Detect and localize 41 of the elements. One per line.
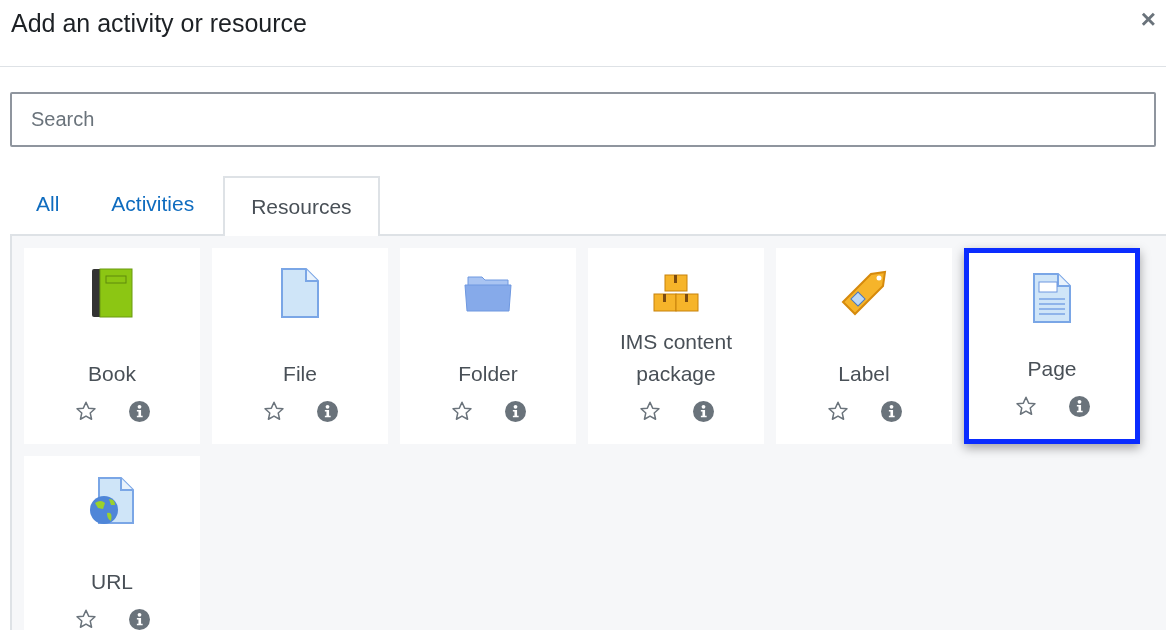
resource-name: Label — [838, 361, 890, 387]
info-icon[interactable] — [692, 400, 714, 422]
info-icon[interactable] — [1068, 395, 1090, 417]
tab[interactable]: Resources — [223, 176, 380, 236]
star-icon[interactable] — [74, 608, 97, 630]
resource-card[interactable]: IMS content package — [588, 248, 764, 444]
tag-icon — [839, 268, 889, 318]
info-icon[interactable] — [504, 400, 526, 422]
star-icon[interactable] — [262, 400, 285, 422]
star-icon[interactable] — [74, 400, 97, 422]
info-icon[interactable] — [128, 608, 150, 630]
resource-card[interactable]: Label — [776, 248, 952, 444]
resource-name: Book — [88, 361, 136, 387]
tab[interactable]: All — [10, 174, 86, 234]
folder-icon — [464, 273, 512, 313]
resource-name: IMS content package — [618, 329, 734, 387]
resource-card[interactable]: Book — [24, 248, 200, 444]
resource-card[interactable]: Page — [964, 248, 1140, 444]
resource-name: Page — [1027, 356, 1077, 382]
star-icon[interactable] — [826, 400, 849, 422]
resource-card[interactable]: URL — [24, 456, 200, 630]
resource-name: URL — [91, 569, 133, 595]
info-icon[interactable] — [128, 400, 150, 422]
book-icon — [91, 268, 133, 318]
close-button[interactable]: × — [1140, 6, 1156, 32]
page-icon — [1032, 273, 1072, 323]
star-icon[interactable] — [450, 400, 473, 422]
info-icon[interactable] — [316, 400, 338, 422]
resource-name: Folder — [458, 361, 518, 387]
star-icon[interactable] — [1014, 395, 1037, 417]
search-field[interactable]: Search — [10, 92, 1156, 147]
resource-card[interactable]: Folder — [400, 248, 576, 444]
star-icon[interactable] — [638, 400, 661, 422]
resource-card[interactable]: File — [212, 248, 388, 444]
resource-name: File — [283, 361, 317, 387]
web-page-icon — [89, 477, 135, 525]
info-icon[interactable] — [880, 400, 902, 422]
boxes-icon — [652, 273, 700, 313]
document-icon — [280, 268, 320, 318]
tab[interactable]: Activities — [85, 174, 221, 234]
dialog-title: Add an activity or resource — [11, 8, 307, 39]
